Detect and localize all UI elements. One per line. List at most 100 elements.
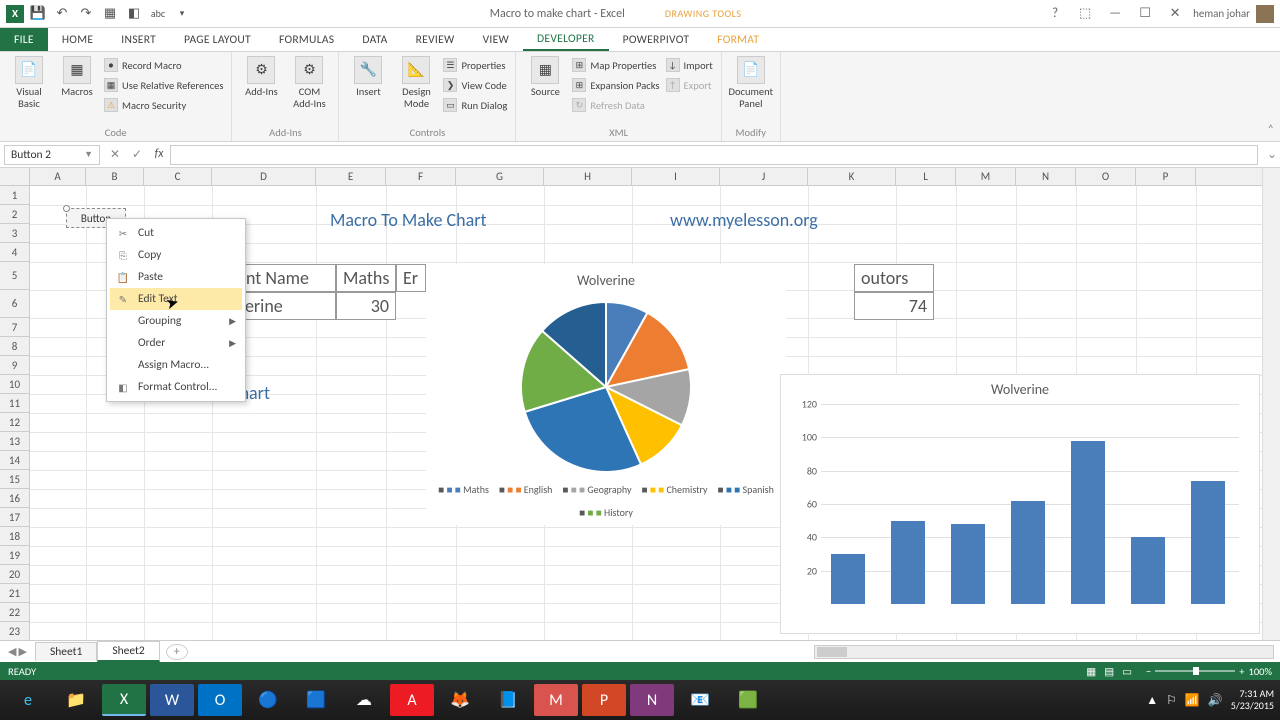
excel-taskbar-icon[interactable]: X [102,684,146,716]
tab-review[interactable]: REVIEW [402,28,469,51]
tray-up-icon[interactable]: ▲ [1146,693,1158,708]
worksheet-grid[interactable]: ABCDEFGHIJKLMNOP 12345678910111213141516… [0,168,1280,640]
column-headers[interactable]: ABCDEFGHIJKLMNOP [30,168,1262,186]
qat-btn[interactable]: ▦ [100,4,120,24]
maximize-icon[interactable]: ☐ [1133,6,1157,21]
tab-file[interactable]: FILE [0,28,48,51]
design-mode-button[interactable]: 📐Design Mode [395,56,437,109]
word-icon[interactable]: W [150,684,194,716]
minimize-icon[interactable]: — [1103,6,1127,21]
bar-chart[interactable]: Wolverine 20406080100120 [780,374,1260,634]
properties-button[interactable]: ☰Properties [443,56,507,74]
relative-references-button[interactable]: ▦Use Relative References [104,76,223,94]
vertical-scrollbar[interactable] [1262,168,1280,640]
adobe-icon[interactable]: A [390,684,434,716]
run-dialog-button[interactable]: ▭Run Dialog [443,96,507,114]
cancel-icon[interactable]: ✕ [104,147,126,162]
tray-clock[interactable]: 7:31 AM5/23/2015 [1231,688,1274,712]
powerpoint-icon[interactable]: P [582,684,626,716]
zoom-slider[interactable]: −+100% [1146,665,1272,678]
tab-view[interactable]: VIEW [469,28,523,51]
page-break-icon[interactable]: ▭ [1118,665,1136,678]
app-icon[interactable]: 🟦 [294,684,338,716]
close-icon[interactable]: ✕ [1163,6,1187,21]
app-icon[interactable]: 📧 [678,684,722,716]
ctx-order[interactable]: Order▶ [110,332,242,354]
import-button[interactable]: ↓Import [666,56,713,74]
app-icon[interactable]: M [534,684,578,716]
expand-formula-icon[interactable]: ⌄ [1264,147,1280,162]
horizontal-scrollbar[interactable] [814,645,1274,659]
ctx-cut[interactable]: ✂Cut [110,222,242,244]
sheet-tab-sheet2[interactable]: Sheet2 [97,641,159,662]
tab-format[interactable]: FORMAT [703,28,773,51]
view-buttons[interactable]: ▦▤▭ [1082,665,1136,678]
row-headers[interactable]: 123456789101112131415161718192021222324 [0,186,30,640]
volume-icon[interactable]: 🔊 [1208,693,1223,708]
record-macro-button[interactable]: ●Record Macro [104,56,223,74]
map-properties-button[interactable]: ⊞Map Properties [572,56,659,74]
chevron-left-icon[interactable]: ◀ [8,645,16,658]
flag-icon[interactable]: ⚐ [1166,693,1177,708]
outlook-icon[interactable]: O [198,684,242,716]
ribbon-display-icon[interactable]: ⬚ [1073,6,1097,21]
tab-home[interactable]: HOME [48,28,107,51]
add-sheet-button[interactable]: + [166,644,188,660]
document-panel-button[interactable]: 📄Document Panel [730,56,772,109]
fx-icon[interactable]: fx [148,147,170,162]
app-icon[interactable]: 🟩 [726,684,770,716]
tab-page-layout[interactable]: PAGE LAYOUT [170,28,265,51]
macros-button[interactable]: ▦Macros [56,56,98,98]
onenote-icon[interactable]: N [630,684,674,716]
avatar[interactable] [1256,5,1274,23]
tab-developer[interactable]: DEVELOPER [523,28,609,51]
normal-view-icon[interactable]: ▦ [1082,665,1100,678]
ctx-format-control[interactable]: ◧Format Control... [110,376,242,398]
tab-data[interactable]: DATA [348,28,401,51]
export-button[interactable]: ↑Export [666,76,713,94]
qat-dropdown-icon[interactable]: ▾ [172,4,192,24]
refresh-data-button[interactable]: ↻Refresh Data [572,96,659,114]
tab-formulas[interactable]: FORMULAS [265,28,348,51]
app-icon[interactable]: 📘 [486,684,530,716]
firefox-icon[interactable]: 🦊 [438,684,482,716]
save-icon[interactable]: 💾 [28,4,48,24]
sheet-nav[interactable]: ◀▶ [0,645,35,658]
ctx-assign-macro[interactable]: Assign Macro... [110,354,242,376]
file-explorer-icon[interactable]: 📁 [54,684,98,716]
chevron-right-icon[interactable]: ▶ [18,645,26,658]
redo-icon[interactable]: ↷ [76,4,96,24]
enter-icon[interactable]: ✓ [126,147,148,162]
source-button[interactable]: ▦Source [524,56,566,98]
macro-security-button[interactable]: ⚠Macro Security [104,96,223,114]
com-addins-button[interactable]: ⚙COM Add-Ins [288,56,330,109]
insert-control-button[interactable]: 🔧Insert [347,56,389,98]
collapse-ribbon-icon[interactable]: ˄ [1268,123,1274,137]
pie-chart[interactable]: Wolverine ■ Maths■ English■ Geography■ C… [426,264,786,525]
ctx-paste[interactable]: 📋Paste [110,266,242,288]
visual-basic-button[interactable]: 📄Visual Basic [8,56,50,109]
addins-button[interactable]: ⚙Add-Ins [240,56,282,98]
view-code-button[interactable]: ❯View Code [443,76,507,94]
ctx-grouping[interactable]: Grouping▶ [110,310,242,332]
ctx-copy[interactable]: ⎘Copy [110,244,242,266]
undo-icon[interactable]: ↶ [52,4,72,24]
network-icon[interactable]: 📶 [1185,693,1200,708]
expansion-packs-button[interactable]: ⊞Expansion Packs [572,76,659,94]
ie-icon[interactable]: e [6,684,50,716]
name-box[interactable]: Button 2▼ [4,145,100,165]
chrome-icon[interactable]: 🔵 [246,684,290,716]
qat-btn[interactable]: abc [148,4,168,24]
chevron-down-icon[interactable]: ▼ [84,149,93,160]
system-tray[interactable]: ▲ ⚐ 📶 🔊 7:31 AM5/23/2015 [1146,688,1274,712]
app-icon[interactable]: ☁ [342,684,386,716]
page-layout-icon[interactable]: ▤ [1100,665,1118,678]
select-all-button[interactable] [0,168,30,186]
sheet-tab-sheet1[interactable]: Sheet1 [35,642,97,661]
ctx-edit-text[interactable]: ✎Edit Text [110,288,242,310]
tab-powerpivot[interactable]: POWERPIVOT [609,28,704,51]
user-name[interactable]: heman johar [1193,7,1250,20]
qat-btn[interactable]: ◧ [124,4,144,24]
help-icon[interactable]: ? [1043,6,1067,21]
formula-input[interactable] [170,145,1258,165]
